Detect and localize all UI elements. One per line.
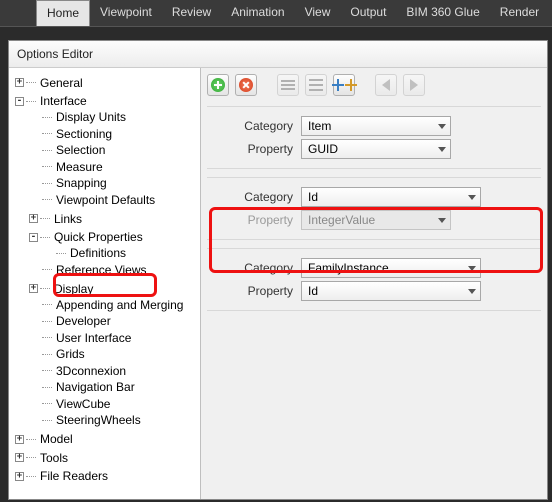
property-combo[interactable]: GUID	[301, 139, 451, 159]
options-tree[interactable]: +General -Interface Display Units Sectio…	[9, 68, 201, 499]
next-button[interactable]	[403, 74, 425, 96]
chevron-down-icon	[468, 266, 476, 271]
tree-node-display-units[interactable]: Display Units	[29, 109, 126, 125]
window-title: Options Editor	[9, 41, 547, 68]
ribbon-tab-render[interactable]: Render	[490, 0, 549, 26]
category-combo[interactable]: Id	[301, 187, 481, 207]
tree-node-selection[interactable]: Selection	[29, 142, 105, 158]
arrow-right-icon	[410, 79, 418, 91]
ribbon-tabs: Home Viewpoint Review Animation View Out…	[0, 0, 552, 26]
tree-node-3dconnexion[interactable]: 3Dconnexion	[29, 363, 126, 379]
arrow-left-icon	[382, 79, 390, 91]
property-combo[interactable]: Id	[301, 281, 481, 301]
category-label: Category	[213, 261, 301, 275]
tree-node-appending[interactable]: Appending and Merging	[29, 297, 183, 313]
tree-node-reference-views[interactable]: Reference Views	[29, 262, 147, 278]
plus-icon	[211, 78, 225, 92]
property-label: Property	[213, 284, 301, 298]
delete-button[interactable]	[235, 74, 257, 96]
chevron-down-icon	[438, 124, 446, 129]
ribbon-tab-viewpoint[interactable]: Viewpoint	[90, 0, 162, 26]
tree-node-viewpoint-defaults[interactable]: Viewpoint Defaults	[29, 192, 155, 208]
tree-node-grids[interactable]: Grids	[29, 346, 85, 362]
tree-node-developer[interactable]: Developer	[29, 313, 111, 329]
definition-group: Category FamilyInstance Property Id	[207, 248, 541, 311]
delete-icon	[239, 78, 253, 92]
bars2-icon	[309, 79, 323, 91]
tree-node-display[interactable]: +Display	[29, 281, 93, 297]
tree-node-tools[interactable]: +Tools	[15, 450, 68, 466]
category-label: Category	[213, 190, 301, 204]
chevron-down-icon	[468, 289, 476, 294]
ribbon-tab-review[interactable]: Review	[162, 0, 221, 26]
ribbon-tab-bim360[interactable]: BIM 360 Glue	[396, 0, 489, 26]
tree-node-general[interactable]: +General	[15, 75, 83, 91]
tree-node-viewcube[interactable]: ViewCube	[29, 396, 110, 412]
tree-node-navigation-bar[interactable]: Navigation Bar	[29, 379, 135, 395]
prev-button[interactable]	[375, 74, 397, 96]
chevron-down-icon	[438, 147, 446, 152]
tree-node-snapping[interactable]: Snapping	[29, 175, 107, 191]
move-bottom-button[interactable]	[305, 74, 327, 96]
tree-node-file-readers[interactable]: +File Readers	[15, 468, 108, 484]
definition-group: Category Id Property IntegerValue	[207, 177, 541, 240]
tree-node-user-interface[interactable]: User Interface	[29, 330, 131, 346]
bars-icon	[281, 80, 295, 90]
ribbon-tab-view[interactable]: View	[295, 0, 341, 26]
property-label: Property	[213, 142, 301, 156]
ribbon-tab-output[interactable]: Output	[340, 0, 396, 26]
property-label: Property	[213, 213, 301, 227]
category-combo[interactable]: FamilyInstance	[301, 258, 481, 278]
app-frame: Home Viewpoint Review Animation View Out…	[0, 0, 552, 502]
expand-button[interactable]	[333, 74, 355, 96]
tree-node-sectioning[interactable]: Sectioning	[29, 126, 112, 142]
category-label: Category	[213, 119, 301, 133]
definition-group: Category Item Property GUID	[207, 106, 541, 169]
property-combo: IntegerValue	[301, 210, 451, 230]
add-button[interactable]	[207, 74, 229, 96]
tree-node-model[interactable]: +Model	[15, 431, 73, 447]
editor-body: +General -Interface Display Units Sectio…	[9, 68, 547, 499]
tree-node-measure[interactable]: Measure	[29, 159, 103, 175]
content-panel: Category Item Property GUID Category Id	[201, 68, 547, 499]
ribbon-tab-animation[interactable]: Animation	[221, 0, 294, 26]
tree-node-quick-properties[interactable]: -Quick Properties	[29, 229, 143, 245]
tree-node-definitions[interactable]: Definitions	[43, 245, 126, 261]
tree-node-steeringwheels[interactable]: SteeringWheels	[29, 412, 141, 428]
move-top-button[interactable]	[277, 74, 299, 96]
chevron-down-icon	[468, 195, 476, 200]
tree-node-interface[interactable]: -Interface	[15, 93, 87, 109]
chevron-down-icon	[438, 218, 446, 223]
options-editor-window: Options Editor +General -Interface Displ…	[8, 40, 548, 500]
ribbon-tab-home[interactable]: Home	[36, 0, 90, 26]
tree-node-links[interactable]: +Links	[29, 211, 82, 227]
category-combo[interactable]: Item	[301, 116, 451, 136]
ribbon-strip	[0, 26, 552, 40]
definitions-toolbar	[207, 74, 541, 96]
expand-icon	[332, 79, 357, 91]
